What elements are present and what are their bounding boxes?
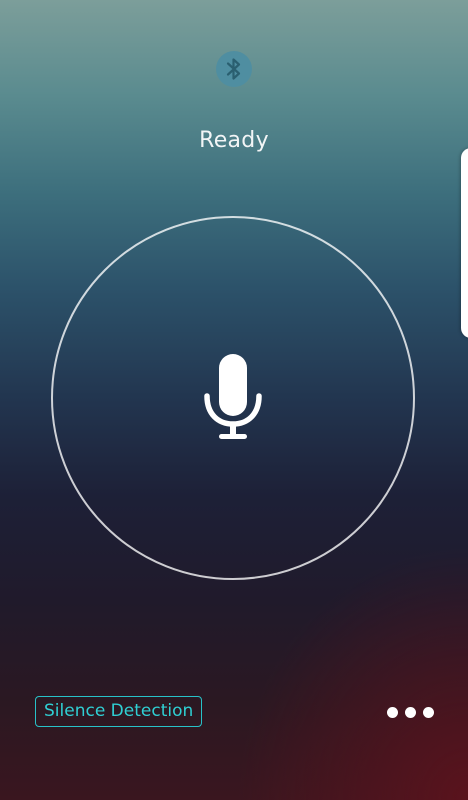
record-button[interactable] (51, 216, 415, 580)
microphone-icon (204, 354, 262, 439)
recorder-screen: Ready Silence Detection (0, 0, 468, 800)
side-panel-handle[interactable] (461, 148, 468, 338)
more-horizontal-icon (404, 706, 416, 718)
more-horizontal-icon (422, 706, 434, 718)
bluetooth-icon (226, 58, 241, 80)
bluetooth-button[interactable] (216, 51, 252, 87)
silence-detection-button[interactable]: Silence Detection (35, 696, 203, 727)
more-horizontal-icon (386, 706, 398, 718)
status-label: Ready (199, 128, 269, 153)
more-options-button[interactable] (380, 700, 440, 724)
